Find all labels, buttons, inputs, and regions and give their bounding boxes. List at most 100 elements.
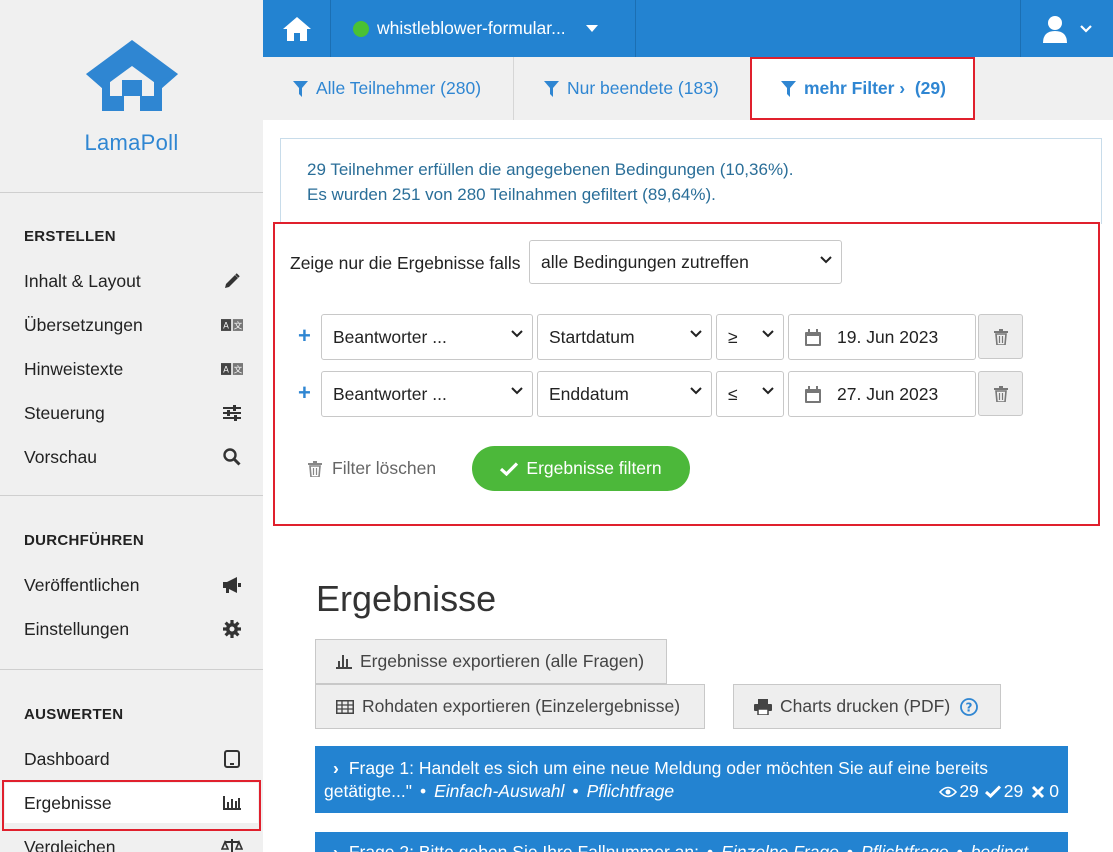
bullet: • bbox=[707, 842, 714, 852]
add-condition-button[interactable]: + bbox=[298, 380, 311, 406]
question-text-cont: getätigte..." bbox=[324, 781, 412, 801]
clear-filter-button[interactable]: Filter löschen bbox=[308, 458, 436, 479]
chevron-down-icon bbox=[762, 387, 774, 395]
survey-status-dot bbox=[353, 20, 369, 37]
tablet-icon bbox=[221, 750, 243, 768]
calendar-icon bbox=[805, 385, 821, 403]
question-text: Frage 2: Bitte geben Sie Ihre Fallnummer… bbox=[348, 842, 700, 852]
apply-filter-button[interactable]: Ergebnisse filtern bbox=[472, 446, 690, 491]
sidebar-item-label: Steuerung bbox=[24, 402, 105, 423]
delete-condition-button[interactable] bbox=[978, 371, 1023, 416]
export-all-button[interactable]: Ergebnisse exportieren (alle Fragen) bbox=[315, 639, 667, 684]
trash-icon bbox=[308, 460, 322, 477]
filter-tabs: Alle Teilnehmer (280) Nur beendete (183)… bbox=[263, 57, 1113, 120]
operator-select-value: ≤ bbox=[728, 383, 738, 404]
question-panel[interactable]: › Frage 2: Bitte geben Sie Ihre Fallnumm… bbox=[315, 832, 1068, 852]
tab-nur-beendete[interactable]: Nur beendete (183) bbox=[544, 57, 719, 120]
sidebar-divider bbox=[0, 495, 263, 496]
bullet: • bbox=[846, 842, 854, 852]
section-title-erstellen: ERSTELLEN bbox=[24, 228, 116, 245]
export-all-label: Ergebnisse exportieren (alle Fragen) bbox=[360, 651, 645, 671]
condition-select-value: alle Bedingungen zutreffen bbox=[541, 251, 749, 272]
export-raw-label: Rohdaten exportieren (Einzelergebnisse) bbox=[362, 696, 681, 716]
translate-icon: A文 bbox=[221, 318, 243, 332]
question-panel[interactable]: › Frage 1: Handelt es sich um eine neue … bbox=[315, 746, 1068, 813]
field-select[interactable]: Enddatum bbox=[537, 371, 712, 417]
page-title: Ergebnisse bbox=[316, 578, 497, 619]
apply-filter-label: Ergebnisse filtern bbox=[526, 458, 662, 478]
chevron-down-icon bbox=[511, 330, 523, 338]
filter-info-box: 29 Teilnehmer erfüllen die angegebenen B… bbox=[280, 138, 1102, 224]
question-type: Einfach-Auswahl bbox=[434, 781, 565, 801]
sidebar-item-label: Inhalt & Layout bbox=[24, 270, 141, 291]
sidebar: LamaPoll ERSTELLEN Inhalt & Layout Übers… bbox=[0, 0, 263, 852]
brand-logo[interactable]: LamaPoll bbox=[0, 0, 263, 193]
info-line-1: 29 Teilnehmer erfüllen die angegebenen B… bbox=[307, 160, 794, 179]
subject-select[interactable]: Beantworter ... bbox=[321, 314, 533, 360]
sidebar-item-label: Vergleichen bbox=[24, 836, 116, 852]
close-icon bbox=[1032, 785, 1045, 798]
operator-select[interactable]: ≥ bbox=[716, 314, 784, 360]
survey-selector[interactable]: whistleblower-formular... bbox=[331, 0, 636, 57]
sidebar-item-dashboard[interactable]: Dashboard bbox=[0, 739, 263, 779]
question-extra: bedingt bbox=[970, 842, 1029, 852]
bullet: • bbox=[572, 781, 579, 801]
chevron-down-icon bbox=[690, 387, 702, 395]
sidebar-item-vorschau[interactable]: Vorschau bbox=[0, 437, 263, 477]
operator-select-value: ≥ bbox=[728, 326, 738, 347]
views-count: 29 bbox=[959, 781, 979, 801]
sidebar-item-steuerung[interactable]: Steuerung bbox=[0, 393, 263, 433]
sidebar-item-label: Vorschau bbox=[24, 446, 97, 467]
gear-icon bbox=[221, 620, 243, 638]
sidebar-item-veroeffentlichen[interactable]: Veröffentlichen bbox=[0, 565, 263, 605]
megaphone-icon bbox=[221, 576, 243, 594]
chevron-down-icon bbox=[511, 387, 523, 395]
home-button[interactable] bbox=[263, 0, 331, 57]
svg-text:A: A bbox=[223, 320, 229, 330]
sidebar-item-inhalt-layout[interactable]: Inhalt & Layout bbox=[0, 261, 263, 301]
date-input[interactable]: 19. Jun 2023 bbox=[788, 314, 976, 360]
brand-name: LamaPoll bbox=[84, 130, 179, 155]
scale-icon bbox=[221, 838, 243, 852]
calendar-icon bbox=[805, 328, 821, 346]
add-condition-button[interactable]: + bbox=[298, 323, 311, 349]
question-required: Pflichtfrage bbox=[861, 842, 949, 852]
survey-name: whistleblower-formular... bbox=[377, 18, 566, 38]
table-icon bbox=[336, 699, 354, 714]
chevron-down-icon bbox=[690, 330, 702, 338]
chevron-down-icon bbox=[762, 330, 774, 338]
help-icon[interactable]: ? bbox=[960, 697, 979, 716]
tab-alle-teilnehmer[interactable]: Alle Teilnehmer (280) bbox=[293, 57, 481, 120]
subject-select[interactable]: Beantworter ... bbox=[321, 371, 533, 417]
question-type: Einzelne Frage bbox=[721, 842, 839, 852]
clear-filter-label: Filter löschen bbox=[332, 458, 437, 478]
chevron-right-icon: › bbox=[333, 758, 339, 778]
svg-text:文: 文 bbox=[234, 364, 243, 374]
sidebar-item-einstellungen[interactable]: Einstellungen bbox=[0, 609, 263, 649]
svg-text:文: 文 bbox=[234, 320, 243, 330]
date-input-value: 19. Jun 2023 bbox=[837, 326, 939, 347]
bullet: • bbox=[419, 781, 427, 801]
subject-select-value: Beantworter ... bbox=[333, 383, 447, 404]
chevron-down-icon bbox=[1080, 24, 1092, 33]
chevron-down-icon bbox=[820, 256, 832, 264]
print-charts-label: Charts drucken (PDF) bbox=[780, 696, 951, 716]
sidebar-item-label: Einstellungen bbox=[24, 618, 130, 639]
filter-icon bbox=[544, 80, 559, 97]
sidebar-item-uebersetzungen[interactable]: Übersetzungen A文 bbox=[0, 305, 263, 345]
delete-condition-button[interactable] bbox=[978, 314, 1023, 359]
sidebar-item-hinweistexte[interactable]: Hinweistexte A文 bbox=[0, 349, 263, 389]
eye-icon bbox=[939, 786, 958, 797]
operator-select[interactable]: ≤ bbox=[716, 371, 784, 417]
trash-icon bbox=[993, 385, 1008, 402]
date-input[interactable]: 27. Jun 2023 bbox=[788, 371, 976, 417]
condition-select[interactable]: alle Bedingungen zutreffen bbox=[529, 240, 842, 284]
user-menu[interactable] bbox=[1020, 0, 1113, 57]
tab-separator bbox=[513, 57, 514, 120]
field-select[interactable]: Startdatum bbox=[537, 314, 712, 360]
translate-icon: A文 bbox=[221, 362, 243, 376]
subject-select-value: Beantworter ... bbox=[333, 326, 447, 347]
export-raw-button[interactable]: Rohdaten exportieren (Einzelergebnisse) bbox=[315, 684, 705, 729]
print-charts-button[interactable]: Charts drucken (PDF) ? bbox=[733, 684, 1001, 729]
chevron-right-icon: › bbox=[333, 842, 339, 852]
